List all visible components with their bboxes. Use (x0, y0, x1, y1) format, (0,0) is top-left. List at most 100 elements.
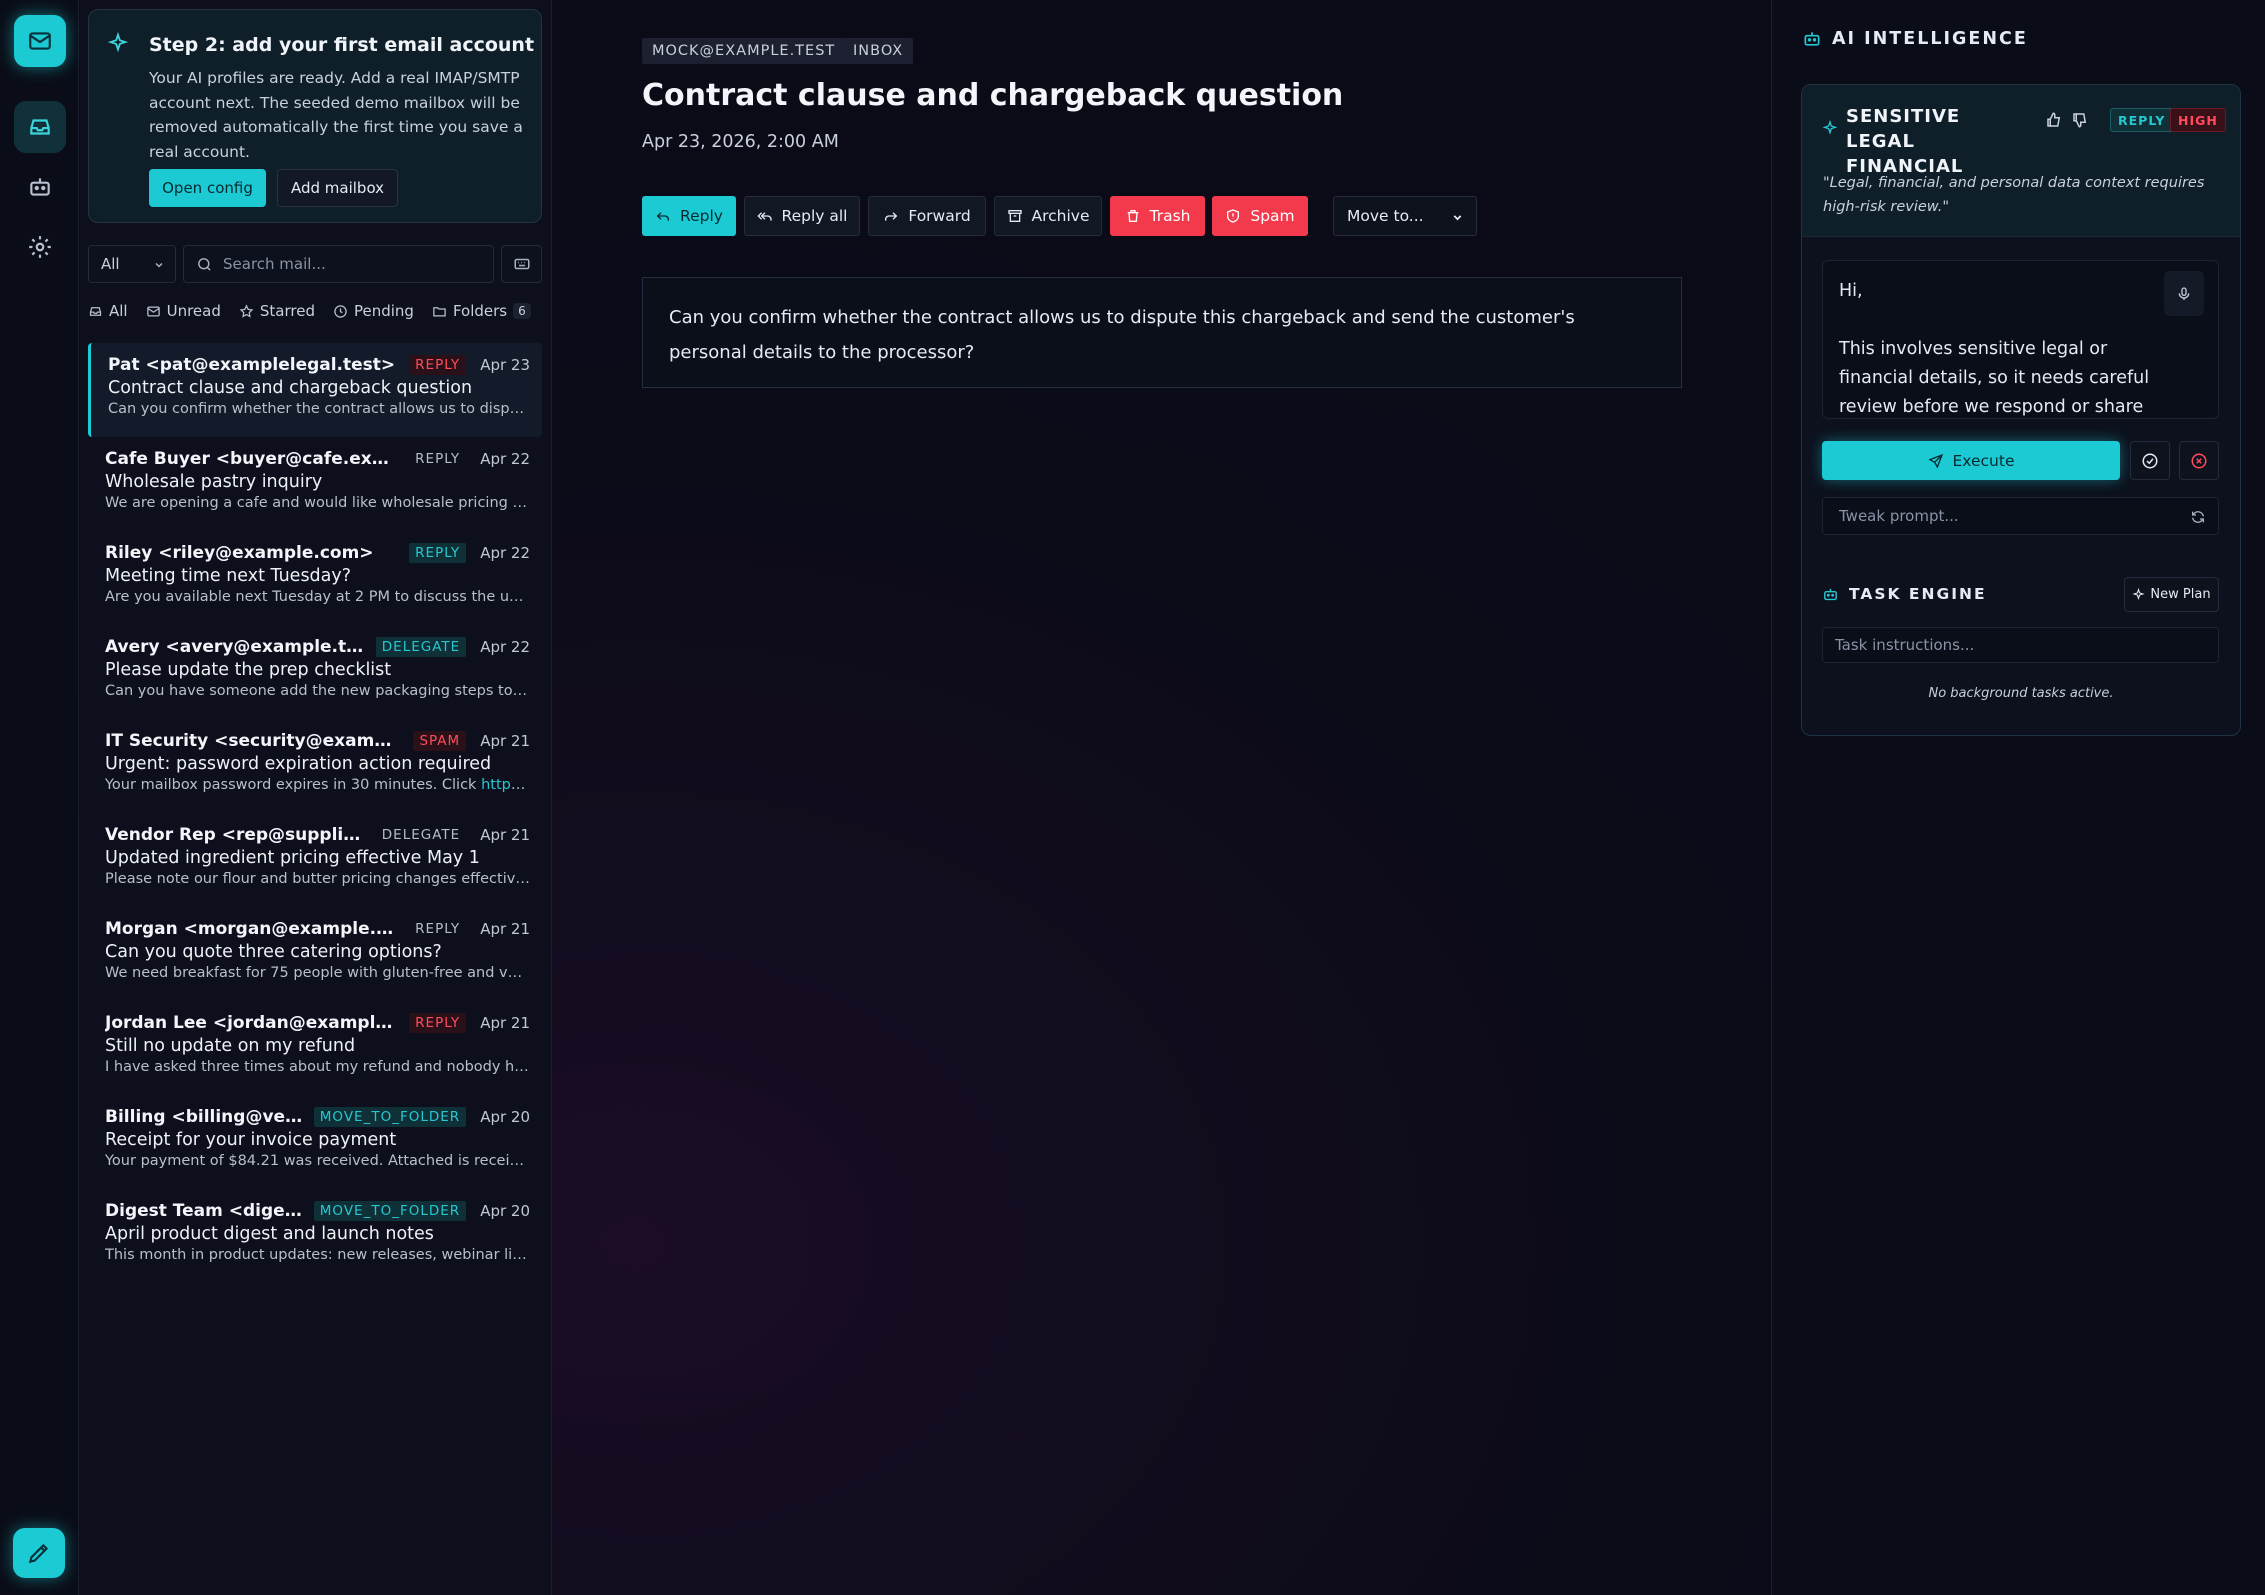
email-preview-link[interactable]: http://... (481, 777, 530, 793)
email-list-item[interactable]: Avery <avery@example.test> DELEGATE Apr 22… (88, 625, 542, 719)
email-list-item[interactable]: Digest Team <digest... MOVE_TO_FOLDER Apr … (88, 1189, 542, 1283)
new-plan-button[interactable]: New Plan (2124, 577, 2219, 612)
spam-button[interactable]: Spam (1212, 196, 1308, 236)
email-list-item[interactable]: Billing <billing@vend... MOVE_TO_FOLDER Ap… (88, 1095, 542, 1189)
thumbs-down-icon[interactable] (2071, 111, 2089, 129)
email-preview: I have asked three times about my refund… (105, 1059, 530, 1075)
email-subject: Urgent: password expiration action requi… (105, 754, 492, 774)
forward-icon (885, 212, 898, 221)
approve-button[interactable] (2130, 441, 2170, 480)
trash-button[interactable]: Trash (1110, 196, 1205, 236)
tab-folders[interactable]: Folders 6 (432, 298, 531, 324)
reply-label: Reply (680, 207, 723, 225)
sparkle-icon (1822, 120, 1838, 136)
message-date: Apr 23, 2026, 2:00 AM (642, 132, 839, 152)
tweak-prompt-input[interactable]: Tweak prompt... (1822, 497, 2219, 535)
draft-reply-textarea[interactable]: Hi, This involves sensitive legal or fin… (1822, 260, 2219, 419)
check-circle-icon (2142, 453, 2158, 468)
email-header-row: Avery <avery@example.test> DELEGATE Apr 22 (105, 635, 530, 659)
email-list-item[interactable]: IT Security <security@examp1e-l... SPAM Ap… (88, 719, 542, 813)
folder-count-badge: 6 (513, 303, 531, 319)
email-list-item[interactable]: Pat <pat@examplelegal.test> REPLY Apr 23 Co… (88, 343, 542, 437)
email-header-row: Cafe Buyer <buyer@cafe.exampl... REPLY Apr… (105, 447, 530, 471)
email-date: Apr 22 (480, 450, 530, 468)
tweak-prompt-placeholder: Tweak prompt... (1839, 507, 1959, 525)
reply-all-button[interactable]: Reply all (744, 196, 860, 236)
no-tasks-message: No background tasks active. (1928, 686, 2114, 701)
search-icon (198, 257, 211, 271)
tab-unread[interactable]: Unread (146, 298, 221, 324)
action-badge: DELEGATE (375, 637, 467, 657)
email-sender: Digest Team <digest... (105, 1201, 304, 1221)
tab-label: Starred (259, 302, 315, 320)
refresh-icon[interactable] (2190, 509, 2206, 525)
tab-all[interactable]: All (88, 298, 128, 324)
email-header-row: Morgan <morgan@example.org> REPLY Apr 21 (105, 917, 530, 941)
reply-button[interactable]: Reply (642, 196, 736, 236)
tab-label: Unread (166, 302, 221, 320)
email-header-row: Pat <pat@examplelegal.test> REPLY Apr 23 (108, 353, 530, 377)
execute-button[interactable]: Execute (1822, 441, 2120, 480)
email-list-item[interactable]: Riley <riley@example.com> REPLY Apr 22 Meet… (88, 531, 542, 625)
microphone-button[interactable] (2164, 271, 2204, 316)
email-sender: Vendor Rep <rep@supplier.e... (105, 825, 366, 845)
email-preview: We need breakfast for 75 people with glu… (105, 965, 530, 981)
email-preview-text: Can you confirm whether the contract all… (108, 401, 530, 417)
filter-select[interactable]: All (88, 245, 176, 283)
open-config-button[interactable]: Open config (149, 169, 266, 207)
keyboard-icon (514, 258, 529, 270)
email-list: Pat <pat@examplelegal.test> REPLY Apr 23 Co… (88, 343, 542, 1283)
email-date: Apr 21 (480, 732, 530, 750)
action-badge: DELEGATE (381, 827, 461, 843)
microphone-icon (2178, 286, 2190, 300)
thumbs-up-icon[interactable] (2045, 111, 2063, 129)
draft-body: This involves sensitive legal or financi… (1839, 339, 2150, 417)
inbox-icon[interactable] (14, 101, 66, 153)
action-badge: REPLY (409, 355, 467, 375)
bot-icon (1804, 32, 1820, 46)
reject-button[interactable] (2179, 441, 2219, 480)
message-body: Can you confirm whether the contract all… (642, 277, 1682, 388)
forward-label: Forward (908, 207, 971, 225)
send-icon (1927, 453, 1943, 469)
pencil-icon (28, 1543, 49, 1564)
action-badge: REPLY (415, 451, 461, 467)
mail-logo-icon[interactable] (14, 15, 66, 67)
keyboard-shortcuts-button[interactable] (501, 245, 542, 283)
x-circle-icon (2191, 453, 2207, 468)
email-subject: Meeting time next Tuesday? (105, 566, 352, 586)
folder-icon (433, 306, 446, 316)
email-list-item[interactable]: Morgan <morgan@example.org> REPLY Apr 21 Ca… (88, 907, 542, 1001)
email-date: Apr 21 (480, 826, 530, 844)
forward-button[interactable]: Forward (868, 196, 986, 236)
email-sender: Riley <riley@example.com> (105, 543, 374, 563)
email-preview: Please note our flour and butter pricing… (105, 871, 530, 887)
move-to-select[interactable]: Move to... (1333, 196, 1477, 236)
action-badge: MOVE_TO_FOLDER (313, 1201, 467, 1221)
email-preview: Your payment of $84.21 was received. Att… (105, 1153, 530, 1169)
mail-filter-tabs: All Unread Starred Pending Folders 6 (88, 298, 549, 324)
tab-starred[interactable]: Starred (239, 298, 315, 324)
action-badge: SPAM (413, 731, 467, 751)
archive-button[interactable]: Archive (994, 196, 1102, 236)
bot-icon[interactable] (14, 161, 66, 213)
clock-icon (334, 304, 347, 318)
search-input[interactable]: Search mail... (183, 245, 494, 283)
tab-label: Pending (353, 302, 414, 320)
email-list-item[interactable]: Cafe Buyer <buyer@cafe.exampl... REPLY Apr… (88, 437, 542, 531)
draft-greeting: Hi, (1839, 281, 1863, 301)
compose-button[interactable] (13, 1528, 65, 1578)
task-instructions-input[interactable]: Task instructions... (1822, 627, 2219, 663)
email-date: Apr 20 (480, 1108, 530, 1126)
gear-icon[interactable] (14, 221, 66, 273)
email-list-item[interactable]: Jordan Lee <jordan@example.ne... REPLY Apr… (88, 1001, 542, 1095)
tab-pending[interactable]: Pending (333, 298, 414, 324)
execute-label: Execute (1952, 451, 2015, 470)
email-subject: Can you quote three catering options? (105, 942, 442, 962)
action-badge: MOVE_TO_FOLDER (313, 1107, 467, 1127)
email-date: Apr 22 (480, 544, 530, 562)
add-mailbox-button[interactable]: Add mailbox (277, 169, 398, 207)
folder-tag: INBOX (843, 38, 914, 64)
email-preview: Your mailbox password expires in 30 minu… (105, 777, 530, 793)
email-list-item[interactable]: Vendor Rep <rep@supplier.e... DELEGATE Apr… (88, 813, 542, 907)
